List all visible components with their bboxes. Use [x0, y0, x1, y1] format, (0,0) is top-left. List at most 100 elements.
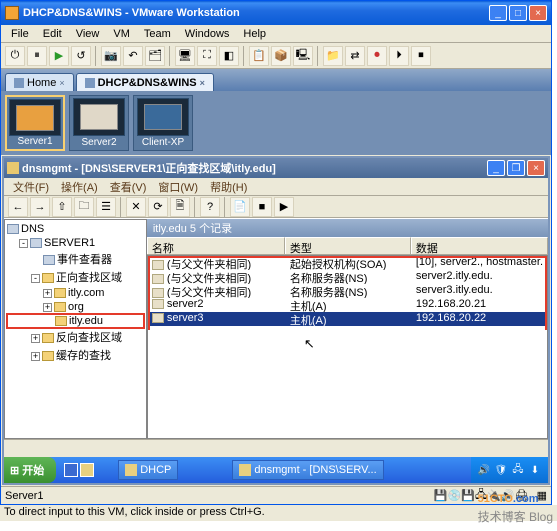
tray-icon[interactable]: 🖧: [511, 463, 525, 477]
new-record-icon[interactable]: 📄: [230, 197, 250, 217]
device-floppy-icon[interactable]: 💾: [461, 489, 475, 502]
up-icon[interactable]: ⇧: [52, 197, 72, 217]
close-button[interactable]: ×: [527, 160, 545, 176]
stop-icon[interactable]: ⏹: [411, 46, 431, 66]
col-type[interactable]: 类型: [285, 237, 411, 254]
appliance-icon[interactable]: 📦: [271, 46, 291, 66]
stop-service-icon[interactable]: ■: [252, 197, 272, 217]
tray-icon[interactable]: 🔊: [477, 463, 491, 477]
minimize-button[interactable]: _: [489, 5, 507, 21]
tab-vm[interactable]: DHCP&DNS&WINS×: [76, 73, 214, 91]
tree-forward-zones[interactable]: -正向查找区域: [7, 268, 144, 286]
device-usb-icon[interactable]: 🔌: [487, 489, 501, 502]
menu-help[interactable]: 帮助(H): [205, 178, 252, 196]
manage-snapshot-icon[interactable]: 🗂: [145, 46, 165, 66]
fullscreen-icon[interactable]: ⛶: [197, 46, 217, 66]
expand-icon[interactable]: +: [43, 303, 52, 312]
menu-file[interactable]: File: [5, 27, 35, 41]
dns-tree[interactable]: DNS -SERVER1 事件查看器 -正向查找区域 +itly.com +or…: [4, 219, 147, 439]
device-net-icon[interactable]: 🖧: [475, 486, 487, 505]
desktop-icon[interactable]: [80, 463, 94, 477]
refresh-icon[interactable]: ⟳: [148, 197, 168, 217]
cell-name: server2: [167, 298, 204, 310]
forward-icon[interactable]: →: [30, 197, 50, 217]
show-console-icon[interactable]: 🖥: [175, 46, 195, 66]
reset-icon[interactable]: ↺: [71, 46, 91, 66]
menu-window[interactable]: 窗口(W): [153, 178, 203, 196]
show-tree-icon[interactable]: 🗀: [74, 197, 94, 217]
start-service-icon[interactable]: ▶: [274, 197, 294, 217]
properties-icon[interactable]: ☰: [96, 197, 116, 217]
start-button[interactable]: ⊞开始: [4, 457, 56, 483]
expand-icon[interactable]: +: [31, 334, 40, 343]
tray-icon[interactable]: 🛡: [494, 463, 508, 477]
menu-windows[interactable]: Windows: [179, 27, 236, 41]
tray-icon[interactable]: ⬇: [528, 463, 542, 477]
tree-zone-itlyedu[interactable]: itly.edu: [7, 314, 144, 328]
menu-view[interactable]: View: [70, 27, 106, 41]
device-sound-icon[interactable]: 🔊: [501, 489, 515, 502]
col-data[interactable]: 数据: [411, 237, 548, 254]
menu-file[interactable]: 文件(F): [8, 178, 54, 196]
col-name[interactable]: 名称: [147, 237, 285, 254]
snapshot-icon[interactable]: 📷: [101, 46, 121, 66]
revert-icon[interactable]: ↶: [123, 46, 143, 66]
tree-root[interactable]: DNS: [7, 222, 144, 236]
summary-icon[interactable]: 📋: [249, 46, 269, 66]
restore-button[interactable]: ❐: [507, 160, 525, 176]
taskbar-dhcp[interactable]: DHCP: [118, 460, 178, 480]
menu-vm[interactable]: VM: [107, 27, 136, 41]
device-printer-icon[interactable]: 🖨: [515, 489, 529, 502]
back-icon[interactable]: ←: [8, 197, 28, 217]
unity-icon[interactable]: ◧: [219, 46, 239, 66]
thumb-server2[interactable]: Server2: [69, 95, 129, 151]
dns-record-row-selected[interactable]: server3主机(A)192.168.20.22: [148, 312, 547, 326]
quick-switch-icon[interactable]: ⇄: [345, 46, 365, 66]
device-cd-icon[interactable]: 💿: [448, 489, 462, 502]
inventory-icon[interactable]: 📁: [323, 46, 343, 66]
expand-icon[interactable]: +: [31, 352, 40, 361]
power-on-icon[interactable]: ▶: [49, 46, 69, 66]
menu-action[interactable]: 操作(A): [56, 178, 103, 196]
device-hdd-icon[interactable]: 💾: [434, 489, 448, 502]
dns-record-row[interactable]: server2主机(A)192.168.20.21: [148, 298, 547, 312]
console-view-icon[interactable]: 🖳: [293, 46, 313, 66]
replay-icon[interactable]: ⏵: [389, 46, 409, 66]
tab-home[interactable]: Home×: [5, 73, 74, 91]
minimize-button[interactable]: _: [487, 160, 505, 176]
dns-titlebar[interactable]: dnsmgmt - [DNS\SERVER1\正向查找区域\itly.edu] …: [4, 158, 548, 178]
tree-cache[interactable]: +缓存的查找: [7, 346, 144, 364]
menu-help[interactable]: Help: [237, 27, 272, 41]
system-tray[interactable]: 🔊 🛡 🖧 ⬇: [471, 457, 548, 483]
power-off-icon[interactable]: ⏻: [5, 46, 25, 66]
dns-record-row[interactable]: (与父文件夹相同)起始授权机构(SOA)[10], server2., host…: [148, 256, 547, 270]
tree-eventviewer[interactable]: 事件查看器: [7, 250, 144, 268]
menu-view[interactable]: 查看(V): [105, 178, 152, 196]
menu-edit[interactable]: Edit: [37, 27, 68, 41]
collapse-icon[interactable]: -: [31, 274, 40, 283]
thumb-server1[interactable]: Server1: [5, 95, 65, 151]
help-icon[interactable]: ?: [200, 197, 220, 217]
tree-zone-itlycom[interactable]: +itly.com: [7, 286, 144, 300]
thumb-clientxp[interactable]: Client-XP: [133, 95, 193, 151]
tree-server[interactable]: -SERVER1: [7, 236, 144, 250]
export-icon[interactable]: 🗎: [170, 197, 190, 217]
taskbar-dnsmgmt[interactable]: dnsmgmt - [DNS\SERV...: [232, 460, 383, 480]
collapse-icon[interactable]: -: [19, 239, 28, 248]
delete-icon[interactable]: ✕: [126, 197, 146, 217]
dns-record-row[interactable]: (与父文件夹相同)名称服务器(NS)server2.itly.edu.: [148, 270, 547, 284]
menu-team[interactable]: Team: [138, 27, 177, 41]
maximize-button[interactable]: □: [509, 5, 527, 21]
expand-icon[interactable]: +: [43, 289, 52, 298]
close-tab-icon[interactable]: ×: [59, 78, 64, 88]
record-icon[interactable]: ⏺: [367, 46, 387, 66]
outer-titlebar[interactable]: DHCP&DNS&WINS - VMware Workstation _ □ ×: [1, 1, 551, 25]
record-list[interactable]: (与父文件夹相同)起始授权机构(SOA)[10], server2., host…: [147, 255, 548, 439]
ie-icon[interactable]: [64, 463, 78, 477]
dns-record-row[interactable]: (与父文件夹相同)名称服务器(NS)server3.itly.edu.: [148, 284, 547, 298]
tree-reverse-zones[interactable]: +反向查找区域: [7, 328, 144, 346]
close-button[interactable]: ×: [529, 5, 547, 21]
tree-zone-org[interactable]: +org: [7, 300, 144, 314]
close-tab-icon[interactable]: ×: [200, 78, 205, 88]
suspend-icon[interactable]: ⏸: [27, 46, 47, 66]
